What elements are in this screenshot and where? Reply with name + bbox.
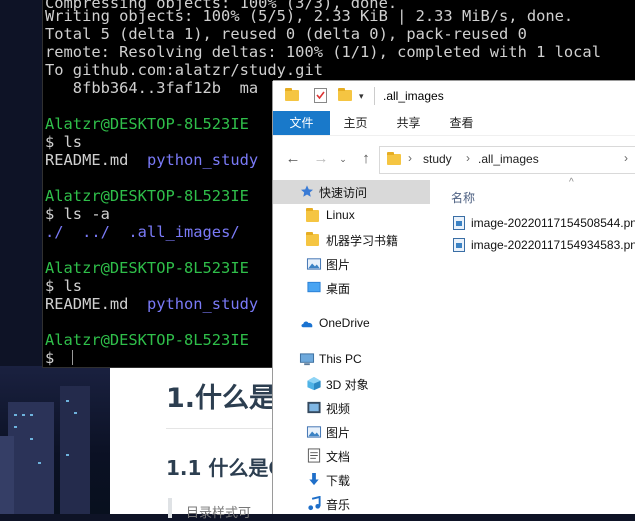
- file-name: image-20220117154934583.png: [471, 238, 635, 252]
- breadcrumb-study[interactable]: study: [423, 152, 452, 166]
- nav-quick-access[interactable]: 快速访问: [273, 180, 430, 204]
- folder-icon: [387, 152, 401, 165]
- browser-document: 1.什么是G 1.1 什么是G 目录样式可: [110, 366, 298, 521]
- nav-downloads[interactable]: 下载: [273, 468, 430, 492]
- terminal-line: To github.com:alatzr/study.git: [45, 61, 323, 79]
- folder-icon: [285, 88, 299, 101]
- nav-music[interactable]: 音乐: [273, 492, 430, 514]
- quick-access-dropdown-icon[interactable]: ▾: [359, 89, 369, 103]
- doc-blockquote-bar: [168, 498, 172, 518]
- title-separator: [374, 87, 375, 105]
- file-row[interactable]: image-20220117154934583.png: [451, 235, 635, 255]
- video-icon: [307, 401, 321, 414]
- tab-home[interactable]: 主页: [333, 111, 378, 135]
- new-folder-icon[interactable]: [338, 88, 352, 101]
- cube-icon: [307, 376, 321, 391]
- terminal-prompt: Alatzr@DESKTOP-8L523IE: [45, 187, 249, 205]
- tab-file[interactable]: 文件: [273, 111, 330, 135]
- forward-arrow-icon[interactable]: →: [311, 150, 331, 167]
- terminal-line: remote: Resolving deltas: 100% (1/1), co…: [45, 43, 601, 61]
- ribbon-tabs: 文件 主页 共享 查看: [273, 111, 635, 135]
- address-bar: ← → ⌄ ↑ › study › .all_images ›: [273, 135, 635, 180]
- image-file-icon: [453, 238, 465, 252]
- terminal-line: Writing objects: 100% (5/5), 2.33 KiB | …: [45, 7, 574, 25]
- terminal-output: ./ ../ .all_images/: [45, 223, 240, 241]
- doc-blockquote-text: 目录样式可: [186, 506, 252, 521]
- tab-share[interactable]: 共享: [386, 111, 431, 135]
- title-bar[interactable]: ▾ .all_images: [273, 81, 635, 111]
- nav-3d-objects[interactable]: 3D 对象: [273, 372, 430, 396]
- terminal-line: 8fbb364..3faf12b ma: [45, 79, 259, 97]
- recent-locations-chevron-icon[interactable]: ⌄: [333, 154, 353, 165]
- terminal-prompt: Alatzr@DESKTOP-8L523IE: [45, 259, 249, 277]
- tab-view[interactable]: 查看: [439, 111, 484, 135]
- documents-icon: [307, 448, 321, 463]
- doc-heading-2: 1.1 什么是G: [166, 456, 285, 480]
- desktop-icon: [307, 281, 321, 293]
- breadcrumb-all-images[interactable]: .all_images: [478, 152, 539, 166]
- directory-entry: python_study: [146, 295, 259, 313]
- image-file-icon: [453, 216, 465, 230]
- folder-icon: [306, 232, 319, 246]
- terminal-command: $ ls: [45, 277, 83, 295]
- terminal-command: $ ls: [45, 133, 83, 151]
- computer-icon: [299, 353, 315, 366]
- nav-linux[interactable]: Linux: [273, 204, 430, 228]
- back-arrow-icon[interactable]: ←: [283, 150, 303, 167]
- terminal-line: Total 5 (delta 1), reused 0 (delta 0), p…: [45, 25, 527, 43]
- breadcrumb-chevron-icon[interactable]: ›: [624, 151, 628, 165]
- nav-pictures-pc[interactable]: 图片: [273, 420, 430, 444]
- pictures-icon: [306, 426, 322, 438]
- nav-pictures[interactable]: 图片: [273, 252, 430, 276]
- nav-videos[interactable]: 视频: [273, 396, 430, 420]
- music-icon: [308, 496, 321, 511]
- cloud-icon: [301, 321, 313, 328]
- file-name: image-20220117154508544.png: [471, 216, 635, 230]
- nav-desktop[interactable]: 桌面: [273, 276, 430, 300]
- file-list: ^ 名称 image-20220117154508544.png image-2…: [443, 177, 635, 514]
- terminal-command: $ ls -a: [45, 205, 110, 223]
- navigation-pane: 快速访问 Linux 机器学习书籍 图片 桌面 OneDrive This PC: [273, 179, 443, 514]
- download-icon: [309, 472, 319, 486]
- nav-ml-books[interactable]: 机器学习书籍: [273, 228, 430, 252]
- wallpaper-city: [0, 366, 110, 514]
- breadcrumb-chevron-icon[interactable]: ›: [466, 151, 470, 165]
- terminal-prompt: Alatzr@DESKTOP-8L523IE: [45, 115, 249, 133]
- sort-ascending-icon[interactable]: ^: [569, 177, 574, 188]
- star-icon: [301, 185, 313, 197]
- nav-onedrive[interactable]: OneDrive: [273, 312, 430, 336]
- breadcrumb-chevron-icon[interactable]: ›: [408, 151, 412, 165]
- address-path-box[interactable]: › study › .all_images ›: [379, 146, 635, 174]
- nav-this-pc[interactable]: This PC: [273, 348, 430, 372]
- up-arrow-icon[interactable]: ↑: [356, 150, 376, 167]
- text-cursor: [71, 350, 73, 365]
- doc-divider: [166, 428, 280, 429]
- terminal-prompt: Alatzr@DESKTOP-8L523IE: [45, 331, 249, 349]
- properties-icon[interactable]: [314, 88, 327, 103]
- window-title: .all_images: [383, 89, 444, 103]
- nav-documents[interactable]: 文档: [273, 444, 430, 468]
- folder-icon: [306, 208, 319, 222]
- file-row[interactable]: image-20220117154508544.png: [451, 213, 635, 233]
- directory-entry: .all_images/: [128, 223, 240, 241]
- directory-entry: python_study: [146, 151, 259, 169]
- column-header-name[interactable]: 名称: [451, 189, 475, 206]
- terminal-output: README.md python_study: [45, 295, 259, 313]
- terminal-input-line[interactable]: $: [45, 349, 73, 367]
- terminal-output: README.md python_study: [45, 151, 259, 169]
- pictures-icon: [306, 258, 322, 270]
- file-explorer-window[interactable]: ▾ .all_images 文件 主页 共享 查看 ← → ⌄ ↑ › stud…: [273, 81, 635, 514]
